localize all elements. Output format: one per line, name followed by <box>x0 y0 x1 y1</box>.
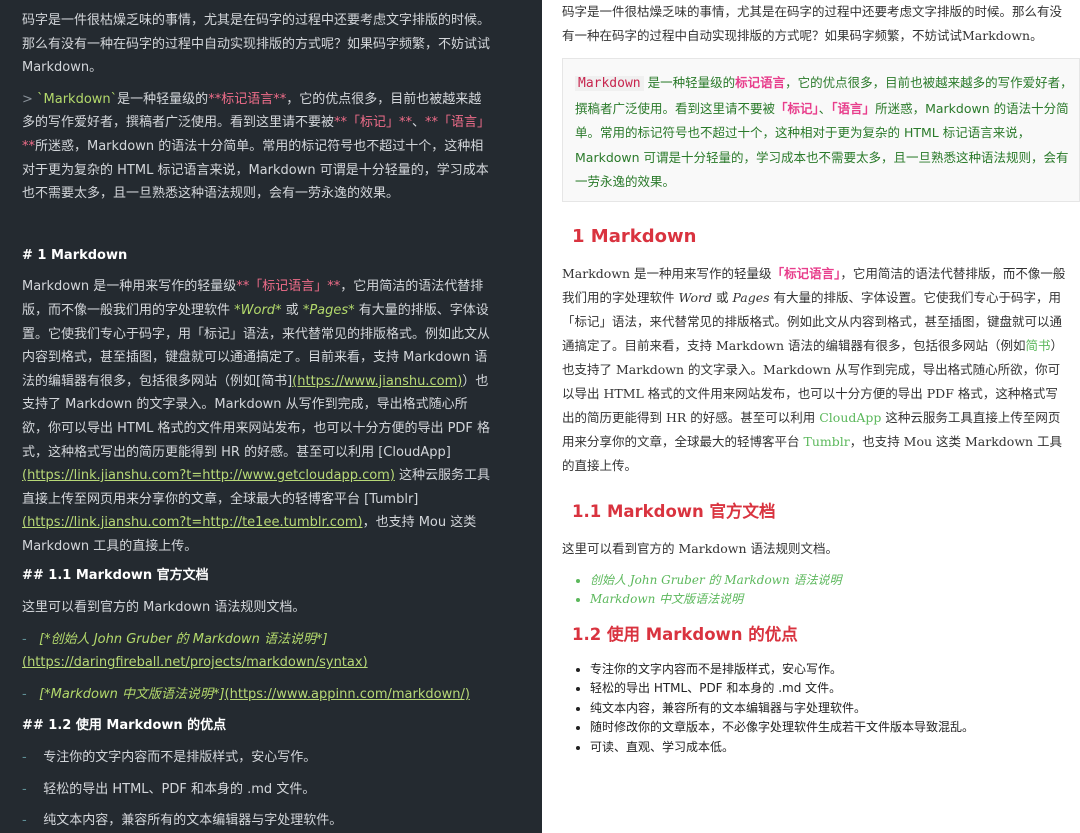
preview-link-jianshu[interactable]: 简书 <box>1026 338 1051 353</box>
preview-h1: 1 Markdown <box>572 225 697 247</box>
preview-docs-paragraph: 这里可以看到官方的 Markdown 语法规则文档。 <box>562 540 839 556</box>
preview-content: 码字是一件很枯燥乏味的事情，尤其是在码字的过程中还要考虑文字排版的时候。那么有没… <box>562 0 1080 758</box>
editor-link-item-2: - [*Markdown 中文版语法说明*](https://www.appin… <box>22 686 470 702</box>
editor-content[interactable]: 码字是一件很枯燥乏味的事情，尤其是在码字的过程中还要考虑文字排版的时候。那么有没… <box>22 9 492 833</box>
editor-adv-item: - 纯文本内容，兼容所有的文本编辑器与字处理软件。 <box>22 813 343 829</box>
preview-intro-paragraph: 码字是一件很枯燥乏味的事情，尤其是在码字的过程中还要考虑文字排版的时候。那么有没… <box>562 4 1063 43</box>
preview-link-cloudapp[interactable]: CloudApp <box>819 410 881 425</box>
preview-link-daringfireball[interactable]: 创始人 John Gruber 的 Markdown 语法说明 <box>590 571 1070 590</box>
link-cloudapp: (https://link.jianshu.com?t=http://www.g… <box>22 468 395 484</box>
list-item: 纯文本内容，兼容所有的文本编辑器与字处理软件。 <box>590 699 1070 719</box>
markdown-preview-pane[interactable]: 码字是一件很枯燥乏味的事情，尤其是在码字的过程中还要考虑文字排版的时候。那么有没… <box>542 0 1080 833</box>
preview-h2-docs: 1.1 Markdown 官方文档 <box>572 501 776 521</box>
markdown-editor-pane[interactable]: 码字是一件很枯燥乏味的事情，尤其是在码字的过程中还要考虑文字排版的时候。那么有没… <box>0 0 542 833</box>
editor-h2-advantages: ## 1.2 使用 Markdown 的优点 <box>22 718 227 734</box>
preview-link-appinn[interactable]: Markdown 中文版语法说明 <box>590 590 1070 609</box>
link-appinn: (https://www.appinn.com/markdown/) <box>224 686 470 702</box>
quote-bold: **标记语言** <box>208 91 287 107</box>
editor-link-item-1: - [*创始人 John Gruber 的 Markdown 语法说明*](ht… <box>22 631 368 671</box>
quote-code: `Markdown` <box>37 91 118 107</box>
link-jianshu: (https://www.jianshu.com) <box>292 373 463 389</box>
link-tumblr: (https://link.jianshu.com?t=http://te1ee… <box>22 515 363 531</box>
editor-h1: # 1 Markdown <box>22 247 128 263</box>
link-daringfireball: (https://daringfireball.net/projects/mar… <box>22 655 368 671</box>
inline-code: Markdown <box>575 76 644 91</box>
preview-paragraph-1: Markdown 是一种用来写作的轻量级「标记语言」，它用简洁的语法代替排版，而… <box>562 265 1066 473</box>
editor-intro-paragraph: 码字是一件很枯燥乏味的事情，尤其是在码字的过程中还要考虑文字排版的时候。那么有没… <box>22 13 491 76</box>
editor-docs-paragraph: 这里可以看到官方的 Markdown 语法规则文档。 <box>22 600 306 616</box>
preview-blockquote: Markdown 是一种轻量级的标记语言，它的优点很多，目前也被越来越多的写作爱… <box>562 58 1080 202</box>
editor-h2-docs: ## 1.1 Markdown 官方文档 <box>22 568 209 584</box>
list-item: 专注你的文字内容而不是排版样式，安心写作。 <box>590 660 1070 680</box>
list-item: 随时修改你的文章版本，不必像字处理软件生成若干文件版本导致混乱。 <box>590 718 1070 738</box>
editor-adv-item: - 专注你的文字内容而不是排版样式，安心写作。 <box>22 750 317 766</box>
editor-blockquote: > `Markdown`是一种轻量级的**标记语言**，它的优点很多，目前也被越… <box>22 91 491 202</box>
preview-docs-links: 创始人 John Gruber 的 Markdown 语法说明 Markdown… <box>562 571 1070 609</box>
preview-h2-advantages: 1.2 使用 Markdown 的优点 <box>572 624 798 644</box>
preview-adv-list: 专注你的文字内容而不是排版样式，安心写作。 轻松的导出 HTML、PDF 和本身… <box>562 660 1070 758</box>
quote-marker: > <box>22 91 38 107</box>
list-item: 可读、直观、学习成本低。 <box>590 738 1070 758</box>
editor-paragraph-1: Markdown 是一种用来写作的轻量级**「标记语言」**，它用简洁的语法代替… <box>22 279 491 554</box>
preview-link-tumblr[interactable]: Tumblr <box>803 434 849 449</box>
editor-adv-item: - 轻松的导出 HTML、PDF 和本身的 .md 文件。 <box>22 781 316 797</box>
list-item: 轻松的导出 HTML、PDF 和本身的 .md 文件。 <box>590 679 1070 699</box>
